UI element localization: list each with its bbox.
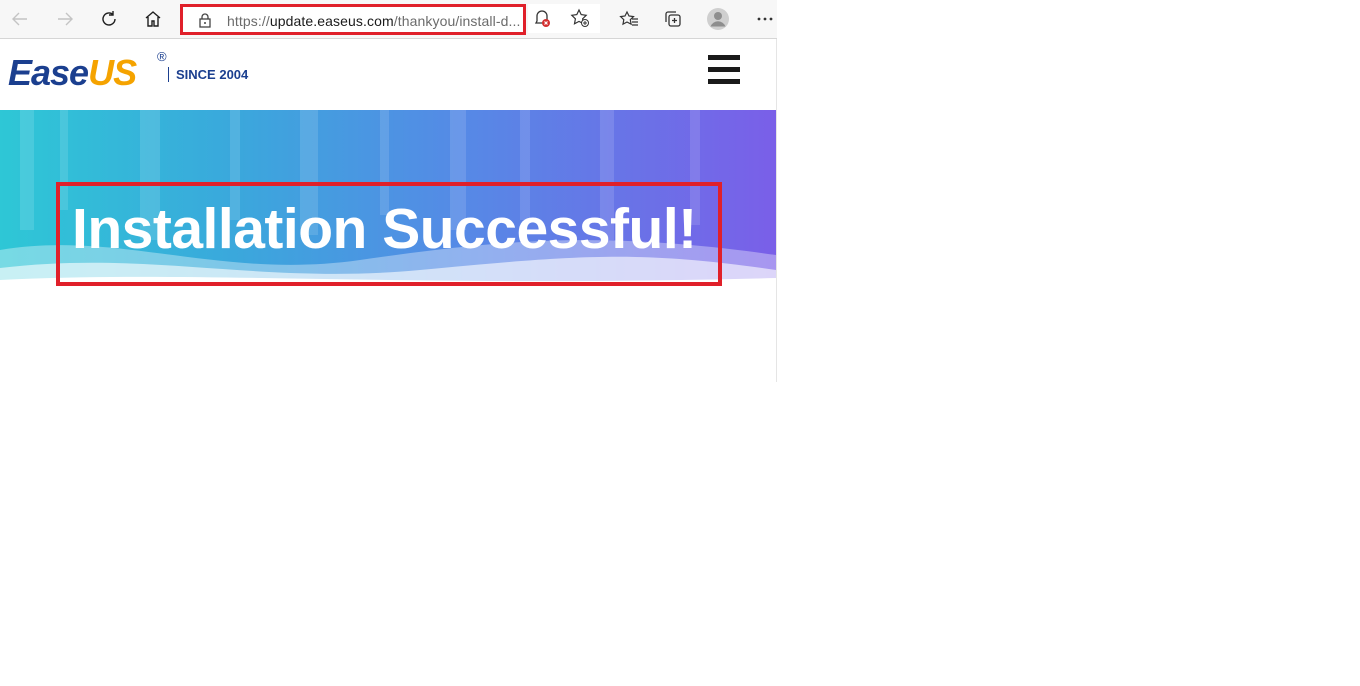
url-host: update.easeus.com bbox=[269, 13, 394, 29]
since-tagline: SINCE 2004 bbox=[168, 67, 248, 82]
browser-toolbar: https://update.easeus.com/thankyou/insta… bbox=[0, 0, 777, 39]
page-title: Installation Successful! bbox=[72, 197, 697, 261]
hamburger-menu-icon[interactable] bbox=[708, 55, 742, 89]
address-bar[interactable]: https://update.easeus.com/thankyou/insta… bbox=[180, 4, 526, 35]
address-bar-extras bbox=[528, 4, 600, 33]
logo-registered-mark: ® bbox=[157, 49, 167, 64]
add-favorite-icon[interactable] bbox=[566, 4, 594, 32]
logo-us: US bbox=[88, 52, 137, 93]
profile-icon[interactable] bbox=[704, 5, 732, 33]
site-header: EaseUS ® SINCE 2004 bbox=[0, 39, 776, 110]
logo-wordmark: EaseUS bbox=[8, 52, 137, 94]
url-prefix: https:// bbox=[227, 13, 270, 29]
logo-ease: Ease bbox=[8, 52, 89, 93]
collections-icon[interactable] bbox=[659, 5, 687, 33]
home-icon[interactable] bbox=[139, 5, 167, 33]
more-icon[interactable] bbox=[751, 5, 779, 33]
tracking-prevention-icon[interactable] bbox=[528, 4, 556, 32]
lock-icon[interactable] bbox=[198, 13, 212, 34]
url-path: /thankyou/install-d... bbox=[393, 13, 521, 29]
refresh-icon[interactable] bbox=[95, 5, 123, 33]
url-text: https://update.easeus.com/thankyou/insta… bbox=[227, 13, 520, 29]
back-icon[interactable] bbox=[6, 5, 34, 33]
forward-icon[interactable] bbox=[51, 5, 79, 33]
favorites-icon[interactable] bbox=[615, 5, 643, 33]
